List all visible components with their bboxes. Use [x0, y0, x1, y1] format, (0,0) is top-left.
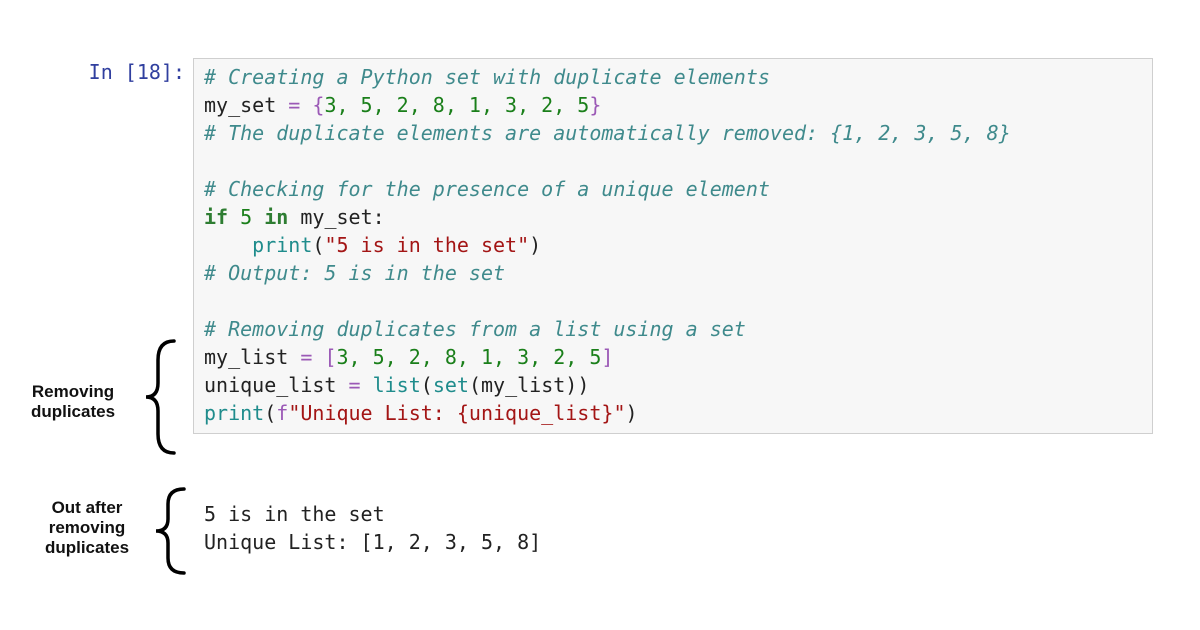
- code-string: "5 is in the set": [324, 233, 529, 257]
- output-line: Unique List: [1, 2, 3, 5, 8]: [204, 530, 541, 554]
- annotation-text-line: removing: [49, 518, 126, 537]
- input-prompt: In [18]:: [60, 60, 185, 84]
- code-keyword: if: [204, 205, 228, 229]
- annotation-text-line: duplicates: [45, 538, 129, 557]
- code-comment: # Output: 5 is in the set: [204, 261, 505, 285]
- code-cell[interactable]: # Creating a Python set with duplicate e…: [193, 58, 1153, 434]
- code-identifier: my_set: [204, 93, 276, 117]
- code-identifier: my_set: [300, 205, 372, 229]
- code-builtin: print: [252, 233, 312, 257]
- code-comment: # The duplicate elements are automatical…: [204, 121, 1011, 145]
- annotation-text-line: Out after: [52, 498, 123, 517]
- annotation-label: Out after removing duplicates: [32, 498, 142, 558]
- code-block: # Creating a Python set with duplicate e…: [204, 63, 1142, 427]
- code-identifier: unique_list: [204, 373, 336, 397]
- code-number-list: 3, 5, 2, 8, 1, 3, 2, 5: [336, 345, 601, 369]
- code-builtin: set: [433, 373, 469, 397]
- curly-brace-icon: [150, 486, 190, 576]
- annotation-label: Removing duplicates: [18, 382, 128, 422]
- code-number: 5: [240, 205, 252, 229]
- annotation-text-line: Removing: [32, 382, 114, 401]
- annotation-text-line: duplicates: [31, 402, 115, 421]
- code-keyword: in: [264, 205, 288, 229]
- code-fstring-interp: {unique_list}: [457, 401, 614, 425]
- code-string: "Unique List:: [288, 401, 457, 425]
- code-string: ": [613, 401, 625, 425]
- output-line: 5 is in the set: [204, 502, 385, 526]
- stage: In [18]: # Creating a Python set with du…: [0, 0, 1200, 630]
- code-comment: # Removing duplicates from a list using …: [204, 317, 746, 341]
- code-number-list: 3, 5, 2, 8, 1, 3, 2, 5: [324, 93, 589, 117]
- code-builtin: list: [373, 373, 421, 397]
- code-identifier: my_list: [481, 373, 565, 397]
- code-identifier: my_list: [204, 345, 288, 369]
- code-comment: # Creating a Python set with duplicate e…: [204, 65, 770, 89]
- output-block: 5 is in the set Unique List: [1, 2, 3, 5…: [204, 500, 541, 556]
- code-builtin: print: [204, 401, 264, 425]
- code-comment: # Checking for the presence of a unique …: [204, 177, 770, 201]
- curly-brace-icon: [140, 338, 180, 456]
- code-fstring-prefix: f: [276, 401, 288, 425]
